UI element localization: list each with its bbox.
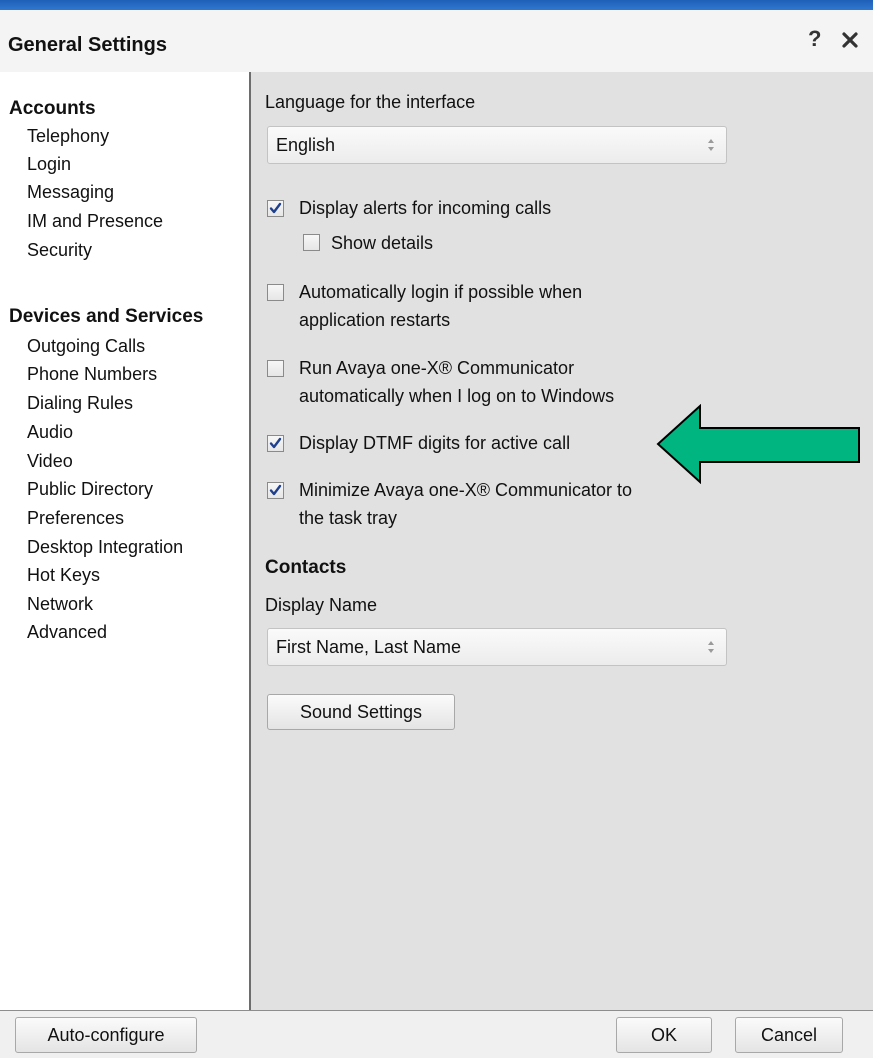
ok-button[interactable]: OK: [616, 1017, 712, 1053]
sidebar-item-preferences[interactable]: Preferences: [27, 508, 124, 529]
sidebar-item-security[interactable]: Security: [27, 240, 92, 261]
title-bar: General Settings ?: [0, 10, 873, 72]
auto-login-label-line1: Automatically login if possible when: [299, 282, 583, 302]
sound-settings-button[interactable]: Sound Settings: [267, 694, 455, 730]
checkmark-icon: [269, 437, 282, 449]
sidebar-item-telephony[interactable]: Telephony: [27, 126, 109, 147]
sidebar-item-im-presence[interactable]: IM and Presence: [27, 211, 163, 232]
settings-sidebar: Accounts Telephony Login Messaging IM an…: [0, 72, 249, 1010]
display-dtmf-label: Display DTMF digits for active call: [299, 433, 571, 453]
minimize-tray-checkbox[interactable]: [267, 482, 284, 499]
sidebar-item-login[interactable]: Login: [27, 154, 71, 175]
contacts-heading: Contacts: [265, 557, 347, 578]
sidebar-item-video[interactable]: Video: [27, 451, 73, 472]
sidebar-heading-devices-services: Devices and Services: [9, 306, 204, 327]
display-name-label: Display Name: [265, 595, 378, 615]
sidebar-item-public-directory[interactable]: Public Directory: [27, 479, 153, 500]
sidebar-item-outgoing-calls[interactable]: Outgoing Calls: [27, 336, 145, 357]
display-dtmf-checkbox[interactable]: [267, 435, 284, 452]
sidebar-item-desktop-integration[interactable]: Desktop Integration: [27, 537, 183, 558]
annotation-arrow: [656, 404, 860, 484]
window-top-accent: [0, 0, 873, 10]
language-select[interactable]: English: [267, 126, 727, 164]
show-details-checkbox[interactable]: [303, 234, 320, 251]
sidebar-heading-accounts: Accounts: [9, 98, 96, 119]
language-select-value: English: [276, 135, 336, 155]
checkmark-icon: [269, 202, 282, 214]
display-name-select[interactable]: First Name, Last Name: [267, 628, 727, 666]
display-alerts-label: Display alerts for incoming calls: [299, 198, 552, 218]
dialog-footer: Auto-configure OK Cancel: [0, 1010, 873, 1058]
display-name-select-value: First Name, Last Name: [276, 637, 462, 657]
select-arrows-icon: [708, 139, 714, 151]
checkmark-icon: [269, 484, 282, 496]
close-button[interactable]: [838, 26, 864, 52]
settings-content: Language for the interface English Displ…: [251, 72, 873, 1010]
sidebar-item-dialing-rules[interactable]: Dialing Rules: [27, 393, 133, 414]
sidebar-item-messaging[interactable]: Messaging: [27, 182, 114, 203]
close-icon: [842, 32, 858, 48]
sidebar-item-network[interactable]: Network: [27, 594, 93, 615]
minimize-tray-label-line2: the task tray: [299, 508, 398, 528]
sidebar-item-hot-keys[interactable]: Hot Keys: [27, 565, 100, 586]
run-on-logon-checkbox[interactable]: [267, 360, 284, 377]
show-details-label: Show details: [331, 233, 434, 253]
cancel-button[interactable]: Cancel: [735, 1017, 843, 1053]
sidebar-item-advanced[interactable]: Advanced: [27, 622, 107, 643]
auto-configure-button[interactable]: Auto-configure: [15, 1017, 197, 1053]
help-button[interactable]: ?: [808, 26, 821, 52]
run-on-logon-label-line1: Run Avaya one-X® Communicator: [299, 358, 575, 378]
auto-login-label-line2: application restarts: [299, 310, 451, 330]
display-alerts-checkbox[interactable]: [267, 200, 284, 217]
dialog-title: General Settings: [8, 34, 167, 56]
language-label: Language for the interface: [265, 92, 476, 112]
select-arrows-icon: [708, 641, 714, 653]
run-on-logon-label-line2: automatically when I log on to Windows: [299, 386, 615, 406]
auto-login-checkbox[interactable]: [267, 284, 284, 301]
minimize-tray-label-line1: Minimize Avaya one-X® Communicator to: [299, 480, 633, 500]
sidebar-item-phone-numbers[interactable]: Phone Numbers: [27, 364, 157, 385]
sidebar-item-audio[interactable]: Audio: [27, 422, 73, 443]
